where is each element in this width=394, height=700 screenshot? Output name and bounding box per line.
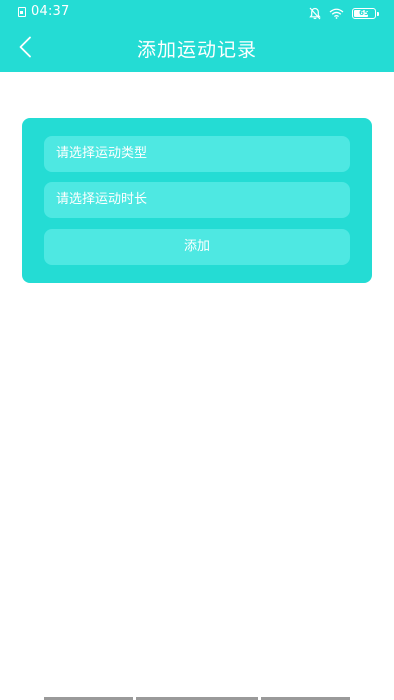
exercise-form-card: 请选择运动类型 请选择运动时长 添加 (22, 118, 372, 283)
status-time: 04:37 (31, 4, 70, 19)
status-icons: 65 (309, 5, 379, 21)
page-title: 添加运动记录 (136, 39, 257, 61)
status-bar: 04:37 65 (0, 0, 394, 26)
app-header: 04:37 65 添加运动记录 (0, 0, 394, 72)
sim-icon (18, 7, 26, 17)
battery-icon: 65 (352, 7, 379, 19)
add-button[interactable]: 添加 (44, 229, 350, 265)
exercise-type-select[interactable]: 请选择运动类型 (44, 136, 350, 172)
bell-off-icon (309, 7, 321, 20)
wifi-icon (329, 8, 344, 19)
battery-level-text: 65 (359, 8, 369, 17)
exercise-duration-select[interactable]: 请选择运动时长 (44, 182, 350, 218)
battery-tip (377, 11, 379, 16)
